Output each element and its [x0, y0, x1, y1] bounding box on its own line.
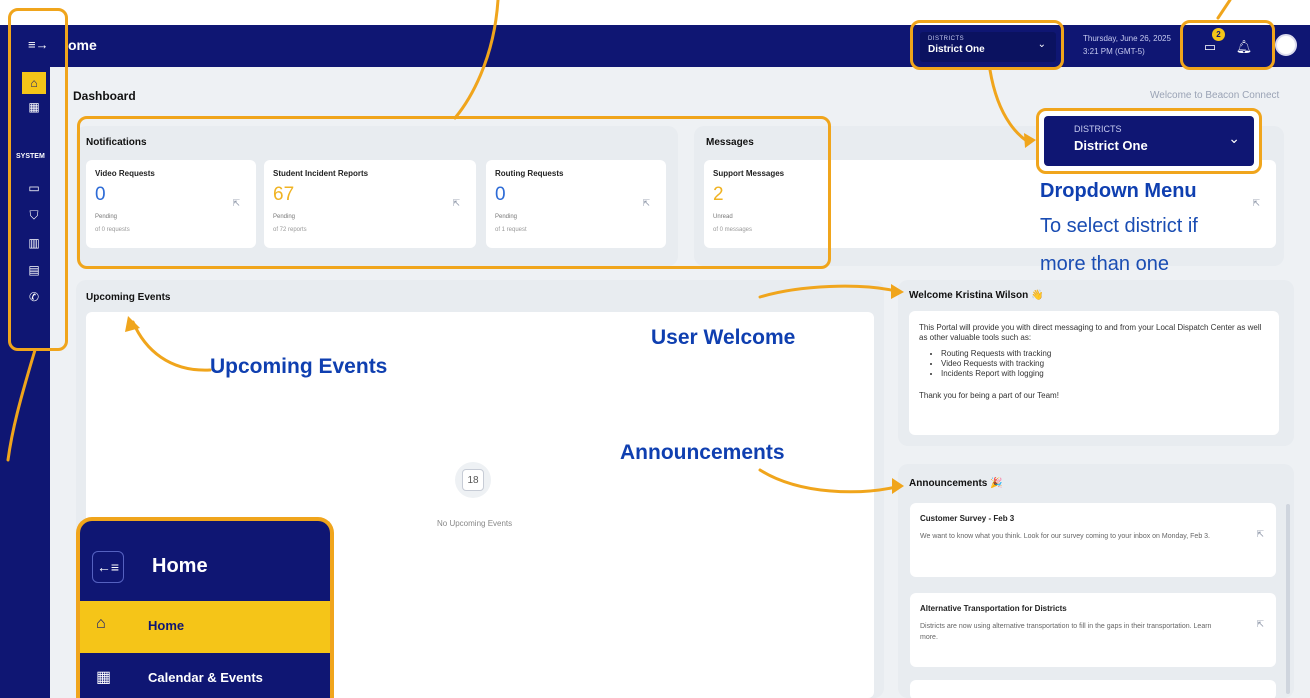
- inset-item-label: Calendar & Events: [148, 670, 263, 685]
- inset-item-calendar[interactable]: ▦ Calendar & Events: [80, 653, 330, 698]
- home-icon: ⌂: [96, 615, 106, 632]
- dropdown-annotation-desc-2: more than one: [1040, 253, 1169, 275]
- dropdown-annotation-title: Dropdown Menu: [1040, 180, 1197, 202]
- upcoming-events-annotation: Upcoming Events: [210, 355, 388, 378]
- collapse-sidebar-icon[interactable]: ←≡: [92, 551, 124, 583]
- announcements-annotation: Announcements: [620, 441, 785, 464]
- inset-item-label: Home: [148, 618, 185, 633]
- sidebar-zoom-inset: ←≡ Home ⌂ Home ▦ Calendar & Events: [76, 517, 334, 698]
- user-welcome-annotation: User Welcome: [651, 326, 796, 349]
- inset-title: Home: [152, 555, 208, 577]
- dropdown-annotation-desc-1: To select district if: [1040, 215, 1198, 237]
- inset-item-home[interactable]: ⌂ Home: [80, 601, 330, 653]
- calendar-icon: ▦: [96, 669, 112, 686]
